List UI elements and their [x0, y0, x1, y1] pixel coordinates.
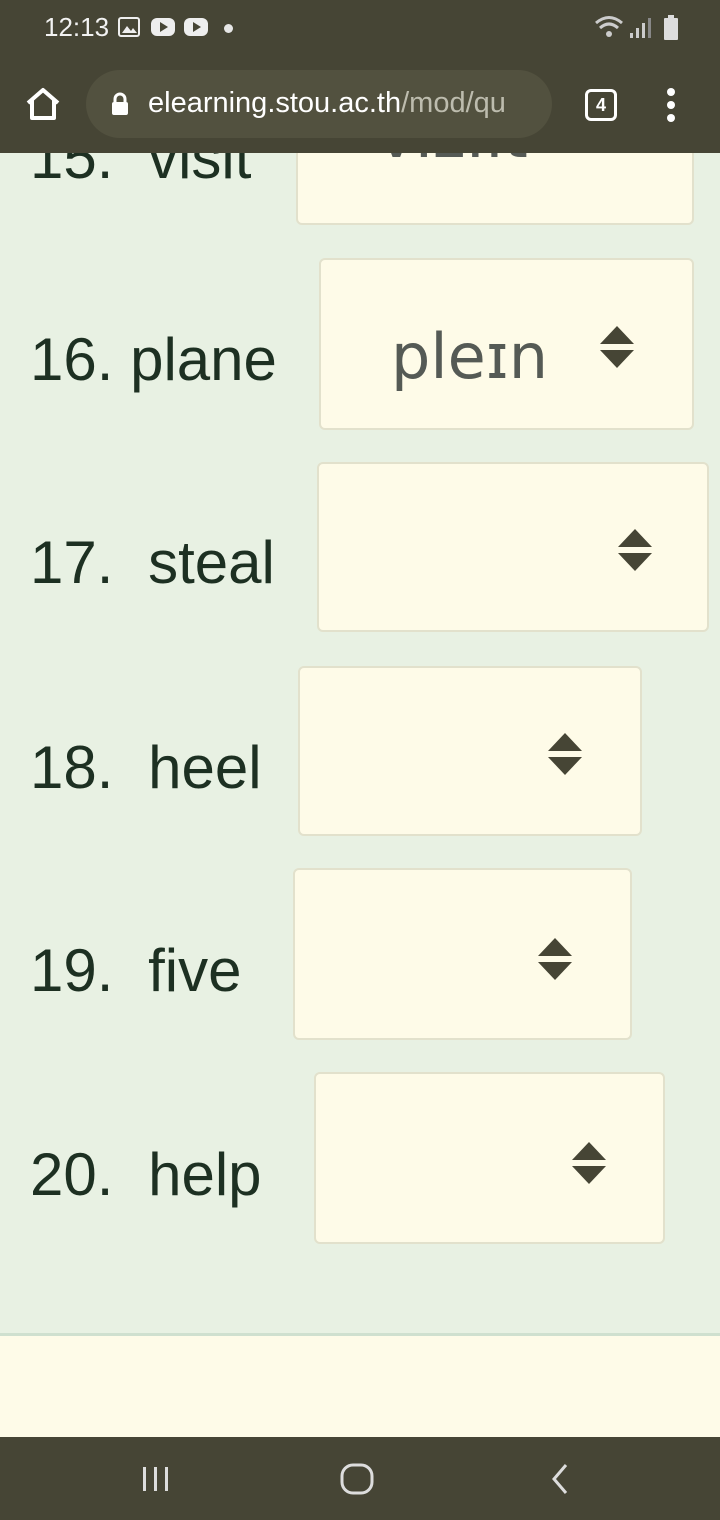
- wifi-icon: [595, 16, 623, 37]
- question-number: 20.: [30, 1141, 114, 1208]
- question-word: steal: [148, 529, 275, 596]
- answer-select[interactable]: [293, 868, 632, 1040]
- answer-select[interactable]: [317, 462, 709, 632]
- answer-select[interactable]: pleɪn: [319, 258, 694, 430]
- status-time: 12:13: [44, 12, 110, 42]
- page-footer: [0, 1333, 720, 1437]
- notification-dot: [224, 24, 233, 33]
- question-label: 19. five: [30, 936, 241, 1005]
- question-number: 19.: [30, 937, 114, 1004]
- question-word: heel: [148, 734, 262, 801]
- sort-arrows-icon: [618, 529, 652, 571]
- question-number: 16.: [30, 326, 114, 393]
- browser-toolbar: elearning.stou.ac.th/mod/qu 4: [0, 56, 720, 153]
- question-label: 16. plane: [30, 325, 277, 394]
- home-nav-icon[interactable]: [338, 1459, 376, 1499]
- battery-icon: [664, 15, 678, 40]
- answer-select[interactable]: [314, 1072, 665, 1244]
- image-icon: [118, 17, 140, 37]
- question-label: 17. steal: [30, 528, 275, 597]
- question-number: 18.: [30, 734, 114, 801]
- answer-select[interactable]: vIz.It: [296, 153, 694, 225]
- youtube-icon: [151, 18, 175, 36]
- selected-value: vIz.It: [378, 153, 528, 172]
- home-icon[interactable]: [24, 86, 62, 122]
- question-label: 20. help: [30, 1140, 262, 1209]
- sort-arrows-icon: [600, 326, 634, 368]
- sort-arrows-icon: [572, 1142, 606, 1184]
- sort-arrows-icon: [538, 938, 572, 980]
- url-text: elearning.stou.ac.th/mod/qu: [148, 87, 506, 120]
- signal-icon: [630, 18, 651, 38]
- question-word: visit: [148, 153, 252, 191]
- question-word: help: [148, 1141, 262, 1208]
- answer-select[interactable]: [298, 666, 642, 836]
- quiz-content: 15. visit vIz.It 16. plane pleɪn 17. ste…: [0, 153, 720, 1333]
- question-label: 18. heel: [30, 733, 262, 802]
- question-number: 15.: [30, 153, 114, 191]
- android-nav-bar: [0, 1437, 720, 1520]
- question-word: plane: [130, 326, 277, 393]
- address-bar[interactable]: elearning.stou.ac.th/mod/qu: [86, 70, 552, 138]
- url-host: elearning.stou.ac.th: [148, 87, 402, 119]
- sort-arrows-icon: [548, 733, 582, 775]
- lock-icon: [112, 92, 128, 115]
- status-bar: 12:13: [0, 0, 720, 56]
- recents-icon[interactable]: [140, 1459, 172, 1499]
- youtube-icon: [184, 18, 208, 36]
- question-number: 17.: [30, 529, 114, 596]
- question-word: five: [148, 937, 242, 1004]
- more-vert-icon[interactable]: [664, 88, 678, 122]
- back-icon[interactable]: [545, 1459, 575, 1499]
- url-path: /mod/qu: [401, 87, 506, 119]
- selected-value: pleɪn: [391, 320, 549, 393]
- question-label: 15. visit: [30, 153, 251, 192]
- tab-switcher-button[interactable]: 4: [585, 89, 617, 121]
